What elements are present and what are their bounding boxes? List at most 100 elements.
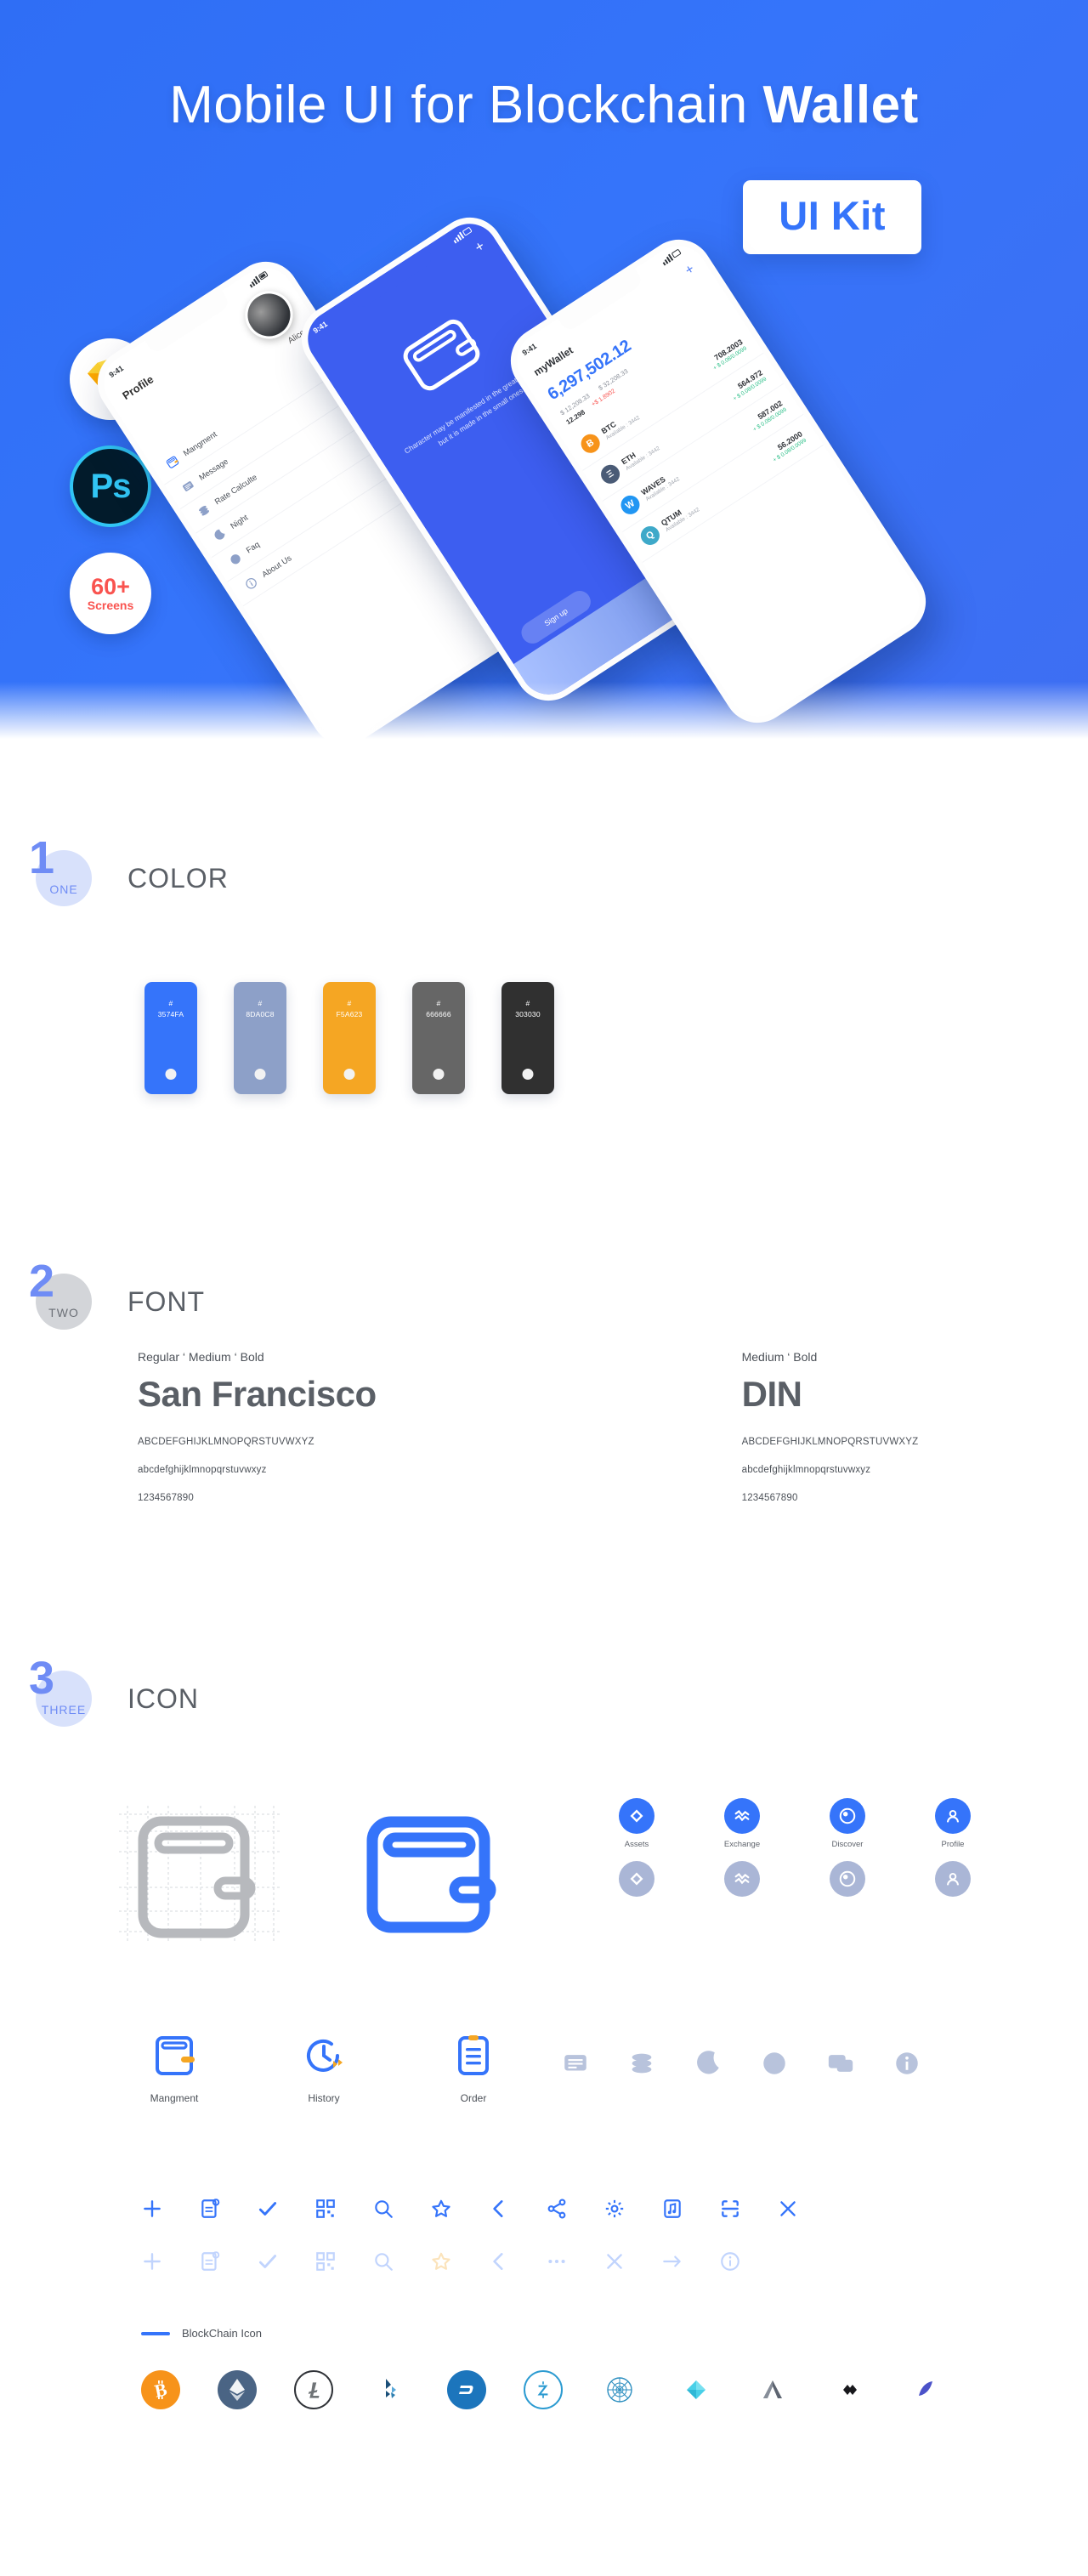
feature-icon-history[interactable]: History: [284, 2032, 364, 2104]
add-button[interactable]: +: [472, 237, 488, 255]
profile-glyph: [947, 1809, 959, 1823]
bitcoin-glyph: B: [153, 2379, 169, 2401]
font-specimen-din: Medium ‘ Bold DIN ABCDEFGHIJKLMNOPQRSTUV…: [742, 1350, 919, 1503]
feature-icon-order[interactable]: Order: [434, 2032, 513, 2104]
tab-icon-discover[interactable]: Discover: [819, 1798, 876, 1897]
info-icon[interactable]: [892, 2049, 921, 2078]
feature-label: History: [308, 2092, 340, 2104]
section-number-word: ONE: [49, 882, 78, 896]
plus-icon[interactable]: [139, 2249, 165, 2274]
message-icon: [182, 481, 194, 491]
chevron-left-icon[interactable]: [486, 2196, 512, 2221]
search-icon[interactable]: [371, 2249, 396, 2274]
color-swatches: #3574FA #8DA0C8 # F5A623 #666666 #303030: [144, 982, 554, 1094]
close-icon[interactable]: [775, 2196, 801, 2221]
moon-icon: [214, 529, 225, 540]
nano-icon[interactable]: [906, 2370, 945, 2409]
font-name: San Francisco: [138, 1374, 377, 1414]
section-number-one: 1 ONE: [29, 835, 92, 906]
hash-symbol: #: [525, 999, 530, 1007]
font-name: DIN: [741, 1374, 802, 1414]
dash-icon[interactable]: [447, 2370, 486, 2409]
photoshop-label: Ps: [90, 467, 132, 505]
message-lines-icon[interactable]: [561, 2049, 590, 2078]
ui-kit-badge: UI Kit: [743, 180, 921, 254]
share-icon[interactable]: [544, 2196, 570, 2221]
page-title-plain: Mobile UI for Blockchain: [169, 76, 763, 134]
star-icon[interactable]: [428, 2196, 454, 2221]
wallet-construction-grid: [119, 1806, 282, 1942]
document-gear-icon[interactable]: [197, 2196, 223, 2221]
hash-symbol: #: [436, 999, 441, 1007]
check-icon[interactable]: [255, 2249, 280, 2274]
order-clipboard-icon: [458, 2035, 489, 2075]
zcash-icon[interactable]: [524, 2370, 563, 2409]
ethereum-icon[interactable]: [218, 2370, 257, 2409]
nem-glyph: [687, 2380, 706, 2399]
info-circle-icon[interactable]: [717, 2249, 743, 2274]
litecoin-icon[interactable]: [294, 2370, 333, 2409]
tab-label: Exchange: [723, 1840, 761, 1849]
swatch-dot: [254, 1069, 266, 1080]
note-music-icon[interactable]: [660, 2196, 685, 2221]
section-number: 3: [29, 1653, 55, 1704]
close-icon[interactable]: [602, 2249, 627, 2274]
coin-glyph: W: [623, 498, 638, 512]
blockchain-label: BlockChain Icon: [182, 2327, 262, 2340]
screens-badge: 60+ Screens: [70, 553, 151, 634]
section-number-three: 3 THREE: [29, 1655, 92, 1727]
swatch-dot: [343, 1069, 355, 1080]
litecoin-glyph: [308, 2382, 320, 2398]
chat-bubble-icon[interactable]: [826, 2049, 855, 2078]
arrow-right-icon[interactable]: [660, 2249, 685, 2274]
chevron-left-icon[interactable]: [486, 2249, 512, 2274]
ark-icon[interactable]: [753, 2370, 792, 2409]
section-title-icon: ICON: [128, 1682, 199, 1714]
section-title-color: COLOR: [128, 862, 229, 894]
coins-stack-icon[interactable]: [627, 2049, 656, 2078]
color-hex: # F5A623: [323, 982, 376, 1020]
coin-glyph: Ξ: [604, 468, 616, 480]
feature-label: Order: [460, 2092, 487, 2104]
plus-icon[interactable]: [139, 2196, 165, 2221]
bitcoin-icon: Ƀ: [577, 430, 604, 457]
tab-icon-profile[interactable]: Profile: [924, 1798, 982, 1897]
tab-icon-assets[interactable]: Assets: [608, 1798, 666, 1897]
zcash-glyph: [537, 2381, 548, 2398]
hash-symbol: #: [168, 999, 173, 1007]
qr-code-icon[interactable]: [313, 2249, 338, 2274]
circle-icon[interactable]: [760, 2049, 789, 2078]
eos-icon[interactable]: [830, 2370, 869, 2409]
gear-icon[interactable]: [602, 2196, 627, 2221]
bitshares-icon[interactable]: [371, 2370, 410, 2409]
blockchain-section-label: BlockChain Icon: [141, 2327, 262, 2340]
aeternity-icon[interactable]: [600, 2370, 639, 2409]
nem-icon[interactable]: [677, 2370, 716, 2409]
color-swatch: #303030: [502, 982, 554, 1094]
section-title-font: FONT: [128, 1285, 206, 1317]
color-hex: #8DA0C8: [234, 982, 286, 1020]
status-time: 9:41: [311, 319, 330, 336]
tab-icon-exchange[interactable]: Exchange: [713, 1798, 771, 1897]
phone-notch: [348, 247, 435, 311]
feature-icon-mangment[interactable]: Mangment: [134, 2032, 214, 2104]
ellipsis-icon[interactable]: [544, 2249, 570, 2274]
scan-frame-icon[interactable]: [717, 2196, 743, 2221]
hash-symbol: #: [258, 999, 263, 1007]
bitcoin-icon[interactable]: B: [141, 2370, 180, 2409]
hex-value: 8DA0C8: [246, 1010, 275, 1019]
diamond-icon: [619, 1798, 654, 1834]
feature-label: Mangment: [150, 2092, 199, 2104]
star-icon-active[interactable]: [428, 2249, 454, 2274]
font-weights: Regular ‘ Medium ‘ Bold: [138, 1350, 264, 1364]
wallet-icon: [166, 456, 179, 468]
color-swatch: #8DA0C8: [234, 982, 286, 1094]
check-icon[interactable]: [255, 2196, 280, 2221]
document-gear-icon[interactable]: [197, 2249, 223, 2274]
moon-icon[interactable]: [694, 2049, 722, 2078]
qr-code-icon[interactable]: [313, 2196, 338, 2221]
section-header-color: 1 ONE COLOR: [29, 835, 229, 906]
discover-glyph: [839, 1870, 856, 1887]
tool-icon-row-primary: [139, 2196, 801, 2221]
search-icon[interactable]: [371, 2196, 396, 2221]
